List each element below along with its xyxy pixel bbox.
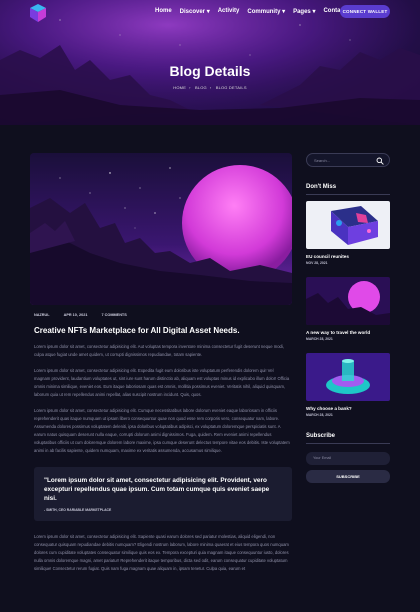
subscribe-button[interactable]: SUBSCRIBE <box>306 470 390 483</box>
sidebar-post-title[interactable]: Why choose a bank? <box>306 406 390 411</box>
site-logo[interactable] <box>30 4 46 22</box>
sidebar-post-date: MARCH 28, 2021 <box>306 413 333 417</box>
post-title: Creative NFTs Marketplace for All Digita… <box>34 326 240 335</box>
post-featured-image <box>30 153 292 305</box>
page-title: Blog Details <box>169 63 251 79</box>
sidebar-post-date: MARCH 28, 2021 <box>306 337 333 341</box>
section-heading: Don't Miss <box>306 184 337 190</box>
divider <box>306 443 390 444</box>
post-meta: NAZRUL APR 10, 2021 7 COMMENTS <box>30 313 292 317</box>
nav-community[interactable]: Community ▾ <box>247 8 285 15</box>
post-comments[interactable]: 7 COMMENTS <box>101 313 126 317</box>
sidebar-post-image <box>306 277 390 325</box>
post-paragraph: Lorem ipsum dolor sit amet, consectetur … <box>34 368 290 397</box>
page-hero: Home Discover ▾ Activity Community ▾ Pag… <box>0 0 420 125</box>
main-menu: Home Discover ▾ Activity Community ▾ Pag… <box>155 8 346 15</box>
dont-miss-section: Don't Miss <box>306 184 390 195</box>
post-paragraph: Lorem ipsum dolor sit amet, consectetur … <box>34 344 284 357</box>
quote-text: "Lorem ipsum dolor sit amet, consectetur… <box>44 477 270 502</box>
section-heading: Subscribe <box>306 433 336 439</box>
post-date: APR 10, 2021 <box>63 313 88 317</box>
post-paragraph: Lorem ipsum dolor sit amet, consectetur … <box>34 534 289 571</box>
breadcrumb: HOME › BLOG › BLOG DETAILS <box>173 85 247 90</box>
connect-wallet-button[interactable]: CONNECT WALLET <box>340 5 390 18</box>
top-navigation: Home Discover ▾ Activity Community ▾ Pag… <box>0 0 420 26</box>
post-paragraph: Lorem ipsum dolor sit amet, consectetur … <box>34 408 290 453</box>
email-field[interactable]: Your Email <box>306 452 390 465</box>
chevron-down-icon: ▾ <box>312 9 316 15</box>
quote-author: - SMITH, CEO RARIABLE MARKETPLACE <box>44 508 112 512</box>
breadcrumb-current: BLOG DETAILS <box>215 85 247 90</box>
subscribe-section: Subscribe Your Email SUBSCRIBE <box>306 433 390 483</box>
nav-pages[interactable]: Pages ▾ <box>293 8 315 15</box>
nav-discover-label: Discover <box>179 9 206 15</box>
sidebar-post-image <box>306 353 390 401</box>
nav-home[interactable]: Home <box>155 8 172 15</box>
search-icon[interactable] <box>376 157 384 165</box>
breadcrumb-blog[interactable]: BLOG <box>195 85 207 90</box>
sidebar-post[interactable]: EU council reunites NOV 28, 2021 <box>306 201 390 265</box>
email-placeholder: Your Email <box>313 456 332 460</box>
blog-post: NAZRUL APR 10, 2021 7 COMMENTS Creative … <box>30 153 292 573</box>
sidebar-post-image <box>306 201 390 249</box>
sidebar-post[interactable]: Why choose a bank? MARCH 28, 2021 <box>306 353 390 417</box>
nav-pages-label: Pages <box>293 9 311 15</box>
divider <box>306 194 390 195</box>
search-placeholder: Search... <box>314 158 331 163</box>
search-input[interactable]: Search... <box>306 153 390 167</box>
nav-community-label: Community <box>247 9 281 15</box>
blockquote: "Lorem ipsum dolor sit amet, consectetur… <box>34 467 292 521</box>
post-author[interactable]: NAZRUL <box>34 313 50 317</box>
sidebar: Search... Don't Miss EU council reunites… <box>306 153 390 483</box>
nav-discover[interactable]: Discover ▾ <box>180 8 210 15</box>
chevron-down-icon: ▾ <box>206 9 210 15</box>
sidebar-post-title[interactable]: EU council reunites <box>306 254 390 259</box>
nav-activity[interactable]: Activity <box>218 8 240 15</box>
sidebar-post[interactable]: A new way to travel the world MARCH 28, … <box>306 277 390 341</box>
sidebar-post-title[interactable]: A new way to travel the world <box>306 330 390 335</box>
sidebar-post-date: NOV 28, 2021 <box>306 261 328 265</box>
chevron-down-icon: ▾ <box>282 9 286 15</box>
breadcrumb-home[interactable]: HOME <box>173 85 186 90</box>
